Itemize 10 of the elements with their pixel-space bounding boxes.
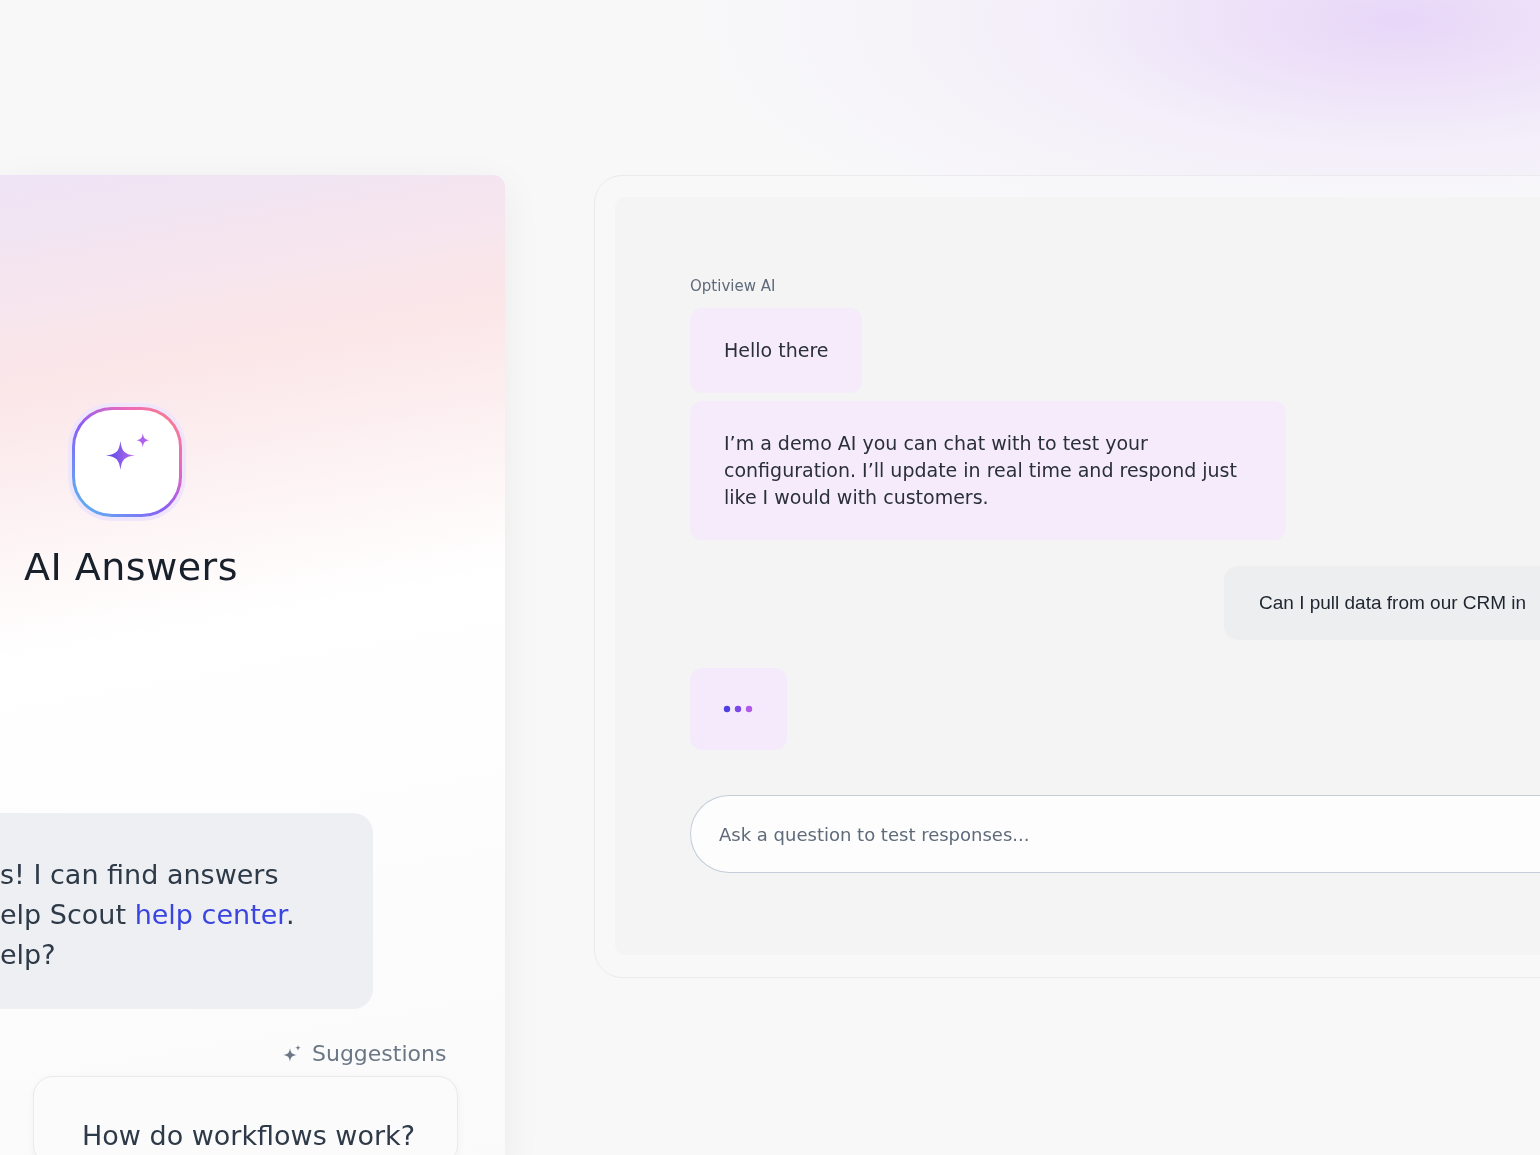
bot-message: I’m a demo AI you can chat with to test your configuration. I’ll update in real time and respond just like I would with customers.: [690, 401, 1286, 540]
help-center-link[interactable]: help center: [134, 899, 286, 930]
bot-message: s! I can find answers elp Scout help center. elp?: [0, 813, 373, 1010]
sender-name: Optiview AI: [690, 277, 776, 295]
suggestion-button[interactable]: How do workflows work?: [33, 1076, 458, 1155]
bot-message: Hello there: [690, 308, 863, 393]
question-input-field[interactable]: Ask a question to test responses...: [690, 795, 1540, 873]
suggestions-label: Suggestions: [312, 1041, 447, 1067]
widget-title: AI Answers: [24, 545, 240, 589]
user-message: Can I pull data from our CRM in: [1224, 566, 1540, 640]
